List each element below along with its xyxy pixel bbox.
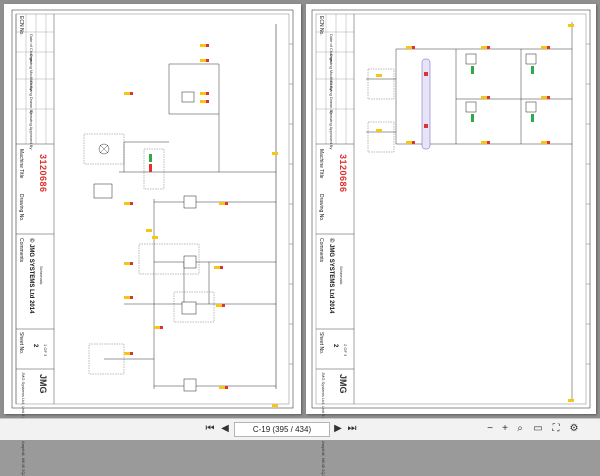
drawing-drawn-label: Drawing Drawn By [29, 81, 34, 115]
drawing-drawn-label: Drawing Drawn By [329, 81, 334, 115]
previous-page-icon[interactable]: ◀ [219, 423, 231, 435]
sheet-label: Sheet No. [318, 332, 324, 355]
machine-title-label: Machine Title [18, 149, 24, 179]
fit-width-icon[interactable]: ▭ [532, 423, 544, 435]
last-page-icon[interactable]: ⏭ [346, 423, 358, 435]
schematic-drawing-right [311, 9, 591, 409]
schematic-drawing-left [11, 9, 294, 409]
sheet-of: 2 OF 3 [343, 344, 348, 357]
ecn-label: ECN No. [18, 16, 24, 36]
machine-title-label: Machine Title [318, 149, 324, 179]
drawing-approved-label: Drawing Approved By [29, 111, 34, 150]
drawing-number-label: Drawing No. [318, 194, 324, 222]
company-address: JMG Systems Ltd, Unit 9 Kestrel Park, Am… [321, 372, 326, 476]
jmg-logo: JMG [38, 374, 48, 394]
drawing-number-label: Drawing No. [18, 194, 24, 222]
part-number: 3120686 [38, 154, 48, 193]
comments-value: Schematic [339, 266, 344, 285]
part-number: 3120686 [338, 154, 348, 193]
document-page-right: ECN No. Date of Change Drawing Modified … [306, 4, 596, 476]
sheet-number: 2 [32, 344, 38, 348]
company-copyright: © JMG SYSTEMS Ltd 2014 [28, 238, 34, 314]
zoom-in-icon[interactable]: + [499, 423, 511, 435]
comments-value: Schematic [39, 266, 44, 285]
viewer-toolbar: ⏮ ◀ C-19 (395 / 434) ▶ ⏭ − + ⌕ ▭ ⛶ ⚙ [0, 418, 600, 440]
document-viewer[interactable]: ECN No. Date of Change Drawing Modified … [0, 0, 600, 476]
company-address: JMG Systems Ltd, Unit 9 Kestrel Park, Am… [21, 372, 26, 476]
first-page-icon[interactable]: ⏮ [204, 423, 216, 435]
drawing-approved-label: Drawing Approved By [329, 111, 334, 150]
company-copyright: © JMG SYSTEMS Ltd 2014 [328, 238, 334, 314]
sheet-number: 2 [332, 344, 338, 348]
document-page-left: ECN No. Date of Change Drawing Modified … [4, 4, 301, 476]
ecn-label: ECN No. [318, 16, 324, 36]
sheet-of: 1 OF 3 [43, 344, 48, 357]
settings-icon[interactable]: ⚙ [568, 423, 580, 435]
fullscreen-icon[interactable]: ⛶ [550, 423, 562, 435]
next-page-icon[interactable]: ▶ [332, 423, 344, 435]
page-indicator-input[interactable]: C-19 (395 / 434) [234, 422, 330, 437]
search-icon[interactable]: ⌕ [514, 423, 526, 435]
comments-label: Comments [18, 238, 24, 263]
zoom-out-icon[interactable]: − [484, 423, 496, 435]
sheet-label: Sheet No. [18, 332, 24, 355]
jmg-logo: JMG [338, 374, 348, 394]
comments-label: Comments [318, 238, 324, 263]
